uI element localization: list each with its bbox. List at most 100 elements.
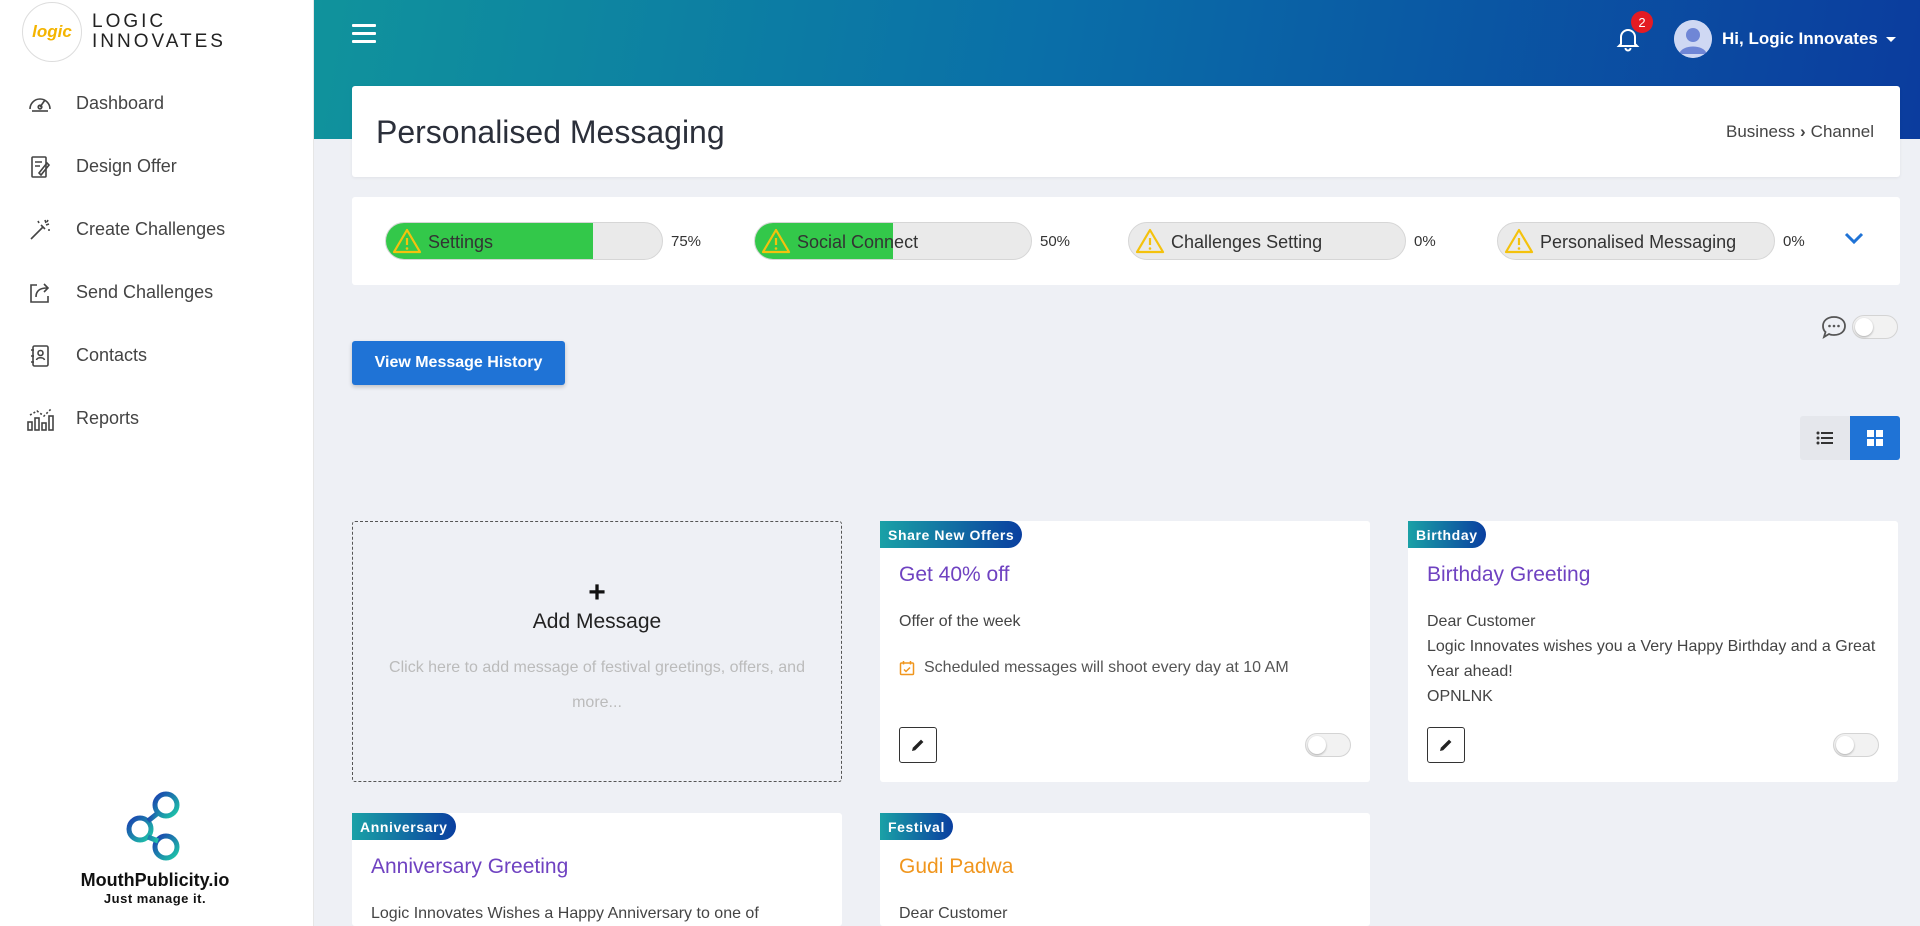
chevron-down-icon[interactable]: [1843, 227, 1865, 249]
page-title: Personalised Messaging: [376, 114, 725, 150]
sidebar-item-label: Send Challenges: [76, 282, 214, 302]
grid-icon: [1867, 430, 1883, 446]
category-tag: Anniversary: [352, 813, 456, 840]
message-body: Logic Innovates Wishes a Happy Anniversa…: [371, 901, 822, 926]
message-line: Offer of the week: [899, 613, 1021, 630]
sidebar-item-dashboard[interactable]: Dashboard: [0, 72, 313, 135]
warning-icon: [1504, 228, 1534, 254]
message-enable-toggle[interactable]: [1833, 733, 1879, 757]
chat-toggle[interactable]: [1852, 315, 1898, 339]
message-line: OPNLNK: [1427, 688, 1493, 705]
progress-bar: Settings: [385, 222, 663, 260]
progress-label: Challenges Setting: [1171, 232, 1323, 252]
message-card: Birthday Birthday Greeting Dear Customer…: [1408, 521, 1898, 782]
schedule-text: Scheduled messages will shoot every day …: [924, 659, 1289, 676]
progress-percent: 50%: [1040, 232, 1071, 250]
message-line: Dear Customer: [1427, 613, 1536, 630]
breadcrumb-parent[interactable]: Business: [1726, 122, 1795, 142]
toggle-knob: [1308, 736, 1326, 754]
progress-percent: 0%: [1783, 232, 1805, 250]
sidebar-item-create-challenges[interactable]: Create Challenges: [0, 198, 313, 261]
sidebar-item-label: Contacts: [76, 345, 148, 365]
list-icon: [1816, 431, 1833, 445]
message-title[interactable]: Gudi Padwa: [899, 855, 1013, 879]
sidebar-item-reports[interactable]: Reports: [0, 387, 313, 450]
sidebar-item-send-challenges[interactable]: Send Challenges: [0, 261, 313, 324]
add-message-card[interactable]: + Add Message Click here to add message …: [352, 521, 842, 782]
progress-label: Social Connect: [797, 232, 919, 252]
chevron-right-icon: ›: [1800, 122, 1806, 141]
edit-button[interactable]: [1427, 727, 1465, 763]
edit-button[interactable]: [899, 727, 937, 763]
mouthpublicity-name: MouthPublicity.io: [80, 870, 230, 890]
message-card: Festival Gudi Padwa Dear Customer: [880, 813, 1370, 926]
progress-item-social-connect[interactable]: Social Connect 50%: [754, 222, 1070, 260]
setup-progress-card: Settings 75% Social Connect 50% Challeng…: [352, 197, 1900, 285]
schedule-info: Scheduled messages will shoot every day …: [899, 659, 1289, 677]
bar-chart-icon: [26, 405, 54, 433]
progress-percent: 75%: [671, 232, 702, 250]
message-body: Dear Customer Logic Innovates wishes you…: [1427, 609, 1878, 709]
brand-name-line2: INNOVATES: [92, 31, 226, 52]
category-tag: Share New Offers: [880, 521, 1023, 548]
pencil-icon: [1440, 739, 1452, 751]
message-title[interactable]: Anniversary Greeting: [371, 855, 568, 879]
progress-item-personalised-messaging[interactable]: Personalised Messaging 0%: [1497, 222, 1805, 260]
view-message-history-button[interactable]: View Message History: [352, 341, 565, 385]
sidebar-nav: Dashboard Design Offer Create Challenges…: [0, 72, 313, 450]
design-offer-icon: [26, 153, 54, 181]
breadcrumb: Business › Channel: [1726, 122, 1874, 142]
progress-item-settings[interactable]: Settings 75%: [385, 222, 701, 260]
warning-icon: [1135, 228, 1165, 254]
share-icon: [26, 279, 54, 307]
message-line: Dear Customer: [899, 905, 1008, 922]
plus-icon: +: [588, 576, 606, 609]
message-title[interactable]: Birthday Greeting: [1427, 563, 1590, 587]
message-card: Anniversary Anniversary Greeting Logic I…: [352, 813, 842, 926]
mouthpublicity-tagline: Just manage it.: [103, 891, 207, 906]
user-greeting: Hi, Logic Innovates: [1722, 29, 1878, 48]
notification-badge: 2: [1631, 11, 1653, 33]
hamburger-menu-icon[interactable]: [352, 24, 376, 48]
sidebar-item-design-offer[interactable]: Design Offer: [0, 135, 313, 198]
contact-book-icon: [26, 342, 54, 370]
sidebar-item-label: Create Challenges: [76, 219, 226, 239]
add-message-title: Add Message: [532, 610, 662, 633]
progress-item-challenges-setting[interactable]: Challenges Setting 0%: [1128, 222, 1436, 260]
warning-icon: [392, 228, 422, 254]
toggle-knob: [1855, 318, 1873, 336]
message-title[interactable]: Get 40% off: [899, 563, 1010, 587]
message-enable-toggle[interactable]: [1305, 733, 1351, 757]
brand-logo: logic: [22, 2, 82, 62]
grid-view-button[interactable]: [1850, 416, 1900, 460]
mouthpublicity-logo[interactable]: MouthPublicity.io Just manage it.: [40, 789, 270, 906]
calendar-check-icon: [899, 661, 915, 676]
category-tag: Festival: [880, 813, 953, 840]
message-card: Share New Offers Get 40% off Offer of th…: [880, 521, 1370, 782]
sidebar-item-contacts[interactable]: Contacts: [0, 324, 313, 387]
list-view-button[interactable]: [1800, 416, 1850, 460]
chat-bubble-icon: [1822, 316, 1846, 339]
toggle-knob: [1836, 736, 1854, 754]
message-line: Logic Innovates wishes you a Very Happy …: [1427, 638, 1876, 680]
mouthpublicity-logo-mark: [126, 791, 180, 861]
add-message-description: Click here to add message of festival gr…: [389, 659, 805, 711]
progress-label: Personalised Messaging: [1540, 232, 1737, 252]
pencil-icon: [912, 739, 924, 751]
sidebar: logic LOGIC INNOVATES Dashboard Design O…: [0, 0, 314, 926]
avatar: [1674, 20, 1712, 58]
brand-name: LOGIC INNOVATES: [92, 12, 226, 52]
view-mode-toggle: [1800, 416, 1900, 460]
sidebar-item-label: Dashboard: [76, 93, 165, 113]
brand[interactable]: logic LOGIC INNOVATES: [0, 2, 313, 62]
user-menu[interactable]: Hi, Logic Innovates: [1674, 20, 1896, 58]
speedometer-icon: [26, 90, 54, 118]
progress-bar: Social Connect: [754, 222, 1032, 260]
page-header-card: Personalised Messaging Business › Channe…: [352, 86, 1900, 177]
wand-icon: [26, 216, 54, 244]
category-tag: Birthday: [1408, 521, 1486, 548]
progress-percent: 0%: [1414, 232, 1436, 250]
progress-bar: Challenges Setting: [1128, 222, 1406, 260]
message-body: Offer of the week: [899, 609, 1350, 634]
warning-icon: [761, 228, 791, 254]
